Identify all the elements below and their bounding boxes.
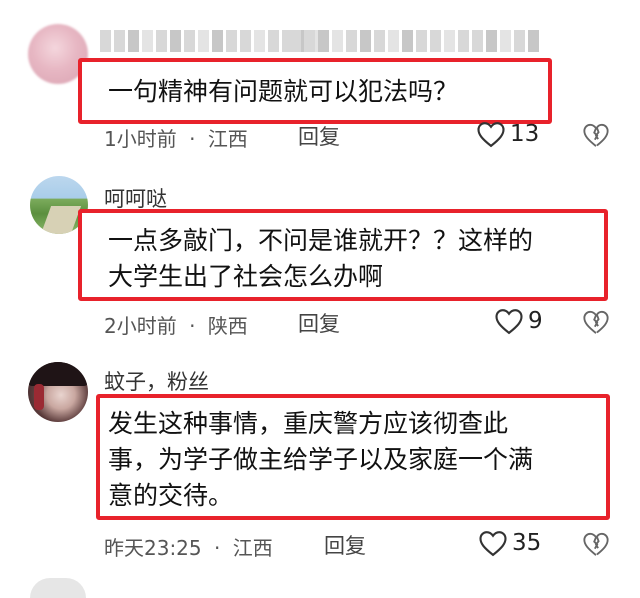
- blurred-username: [100, 30, 321, 56]
- like-button[interactable]: 13: [476, 120, 539, 148]
- broken-heart-icon: [583, 532, 609, 556]
- avatar[interactable]: [28, 362, 88, 422]
- like-button[interactable]: 9: [494, 307, 543, 335]
- heart-outline-icon: [477, 122, 505, 148]
- like-count: 13: [510, 121, 540, 147]
- dislike-button[interactable]: [582, 309, 610, 339]
- reply-button[interactable]: 回复: [324, 530, 366, 560]
- next-comment-avatar-partial: [30, 578, 86, 598]
- dislike-button[interactable]: [582, 531, 610, 561]
- avatar-path: [40, 206, 82, 234]
- broken-heart-icon: [583, 310, 609, 334]
- comment-meta: 2小时前 · 陕西: [104, 310, 248, 339]
- dislike-button[interactable]: [582, 122, 610, 152]
- meta-separator: ·: [214, 536, 221, 560]
- avatar-hair: [28, 362, 88, 386]
- comment-text-highlight: 一句精神有问题就可以犯法吗？: [78, 58, 552, 124]
- comment-meta: 昨天23:25 · 江西: [104, 532, 273, 561]
- avatar-accent: [34, 384, 44, 410]
- heart-outline-icon: [479, 531, 507, 557]
- like-button[interactable]: 35: [478, 529, 541, 557]
- blurred-username-tail: [290, 30, 539, 56]
- comment-text: 一句精神有问题就可以犯法吗？: [108, 77, 459, 106]
- comment-text: 发生这种事情，重庆警方应该彻查此 事，为学子做主给学子以及家庭一个满 意的交待。: [108, 409, 534, 510]
- comment-location: 江西: [232, 536, 273, 560]
- meta-separator: ·: [189, 127, 196, 151]
- comment-time: 昨天23:25: [104, 536, 202, 560]
- comment-time: 1小时前: [104, 127, 177, 151]
- comment-text-highlight: 发生这种事情，重庆警方应该彻查此 事，为学子做主给学子以及家庭一个满 意的交待。: [96, 394, 610, 520]
- comment-location: 江西: [207, 127, 248, 151]
- meta-separator: ·: [189, 314, 196, 338]
- like-count: 9: [528, 308, 543, 334]
- comment-text: 一点多敲门，不问是谁就开？？这样的 大学生出了社会怎么办啊: [108, 226, 534, 291]
- like-count: 35: [512, 530, 542, 556]
- heart-outline-icon: [495, 309, 523, 335]
- comment-location: 陕西: [207, 314, 248, 338]
- broken-heart-icon: [583, 123, 609, 147]
- reply-button[interactable]: 回复: [298, 308, 340, 338]
- comment-username[interactable]: 蚊子，粉丝: [104, 366, 209, 396]
- comment-time: 2小时前: [104, 314, 177, 338]
- comment-text-highlight: 一点多敲门，不问是谁就开？？这样的 大学生出了社会怎么办啊: [78, 209, 608, 301]
- reply-button[interactable]: 回复: [298, 121, 340, 151]
- comment-meta: 1小时前 · 江西: [104, 123, 248, 152]
